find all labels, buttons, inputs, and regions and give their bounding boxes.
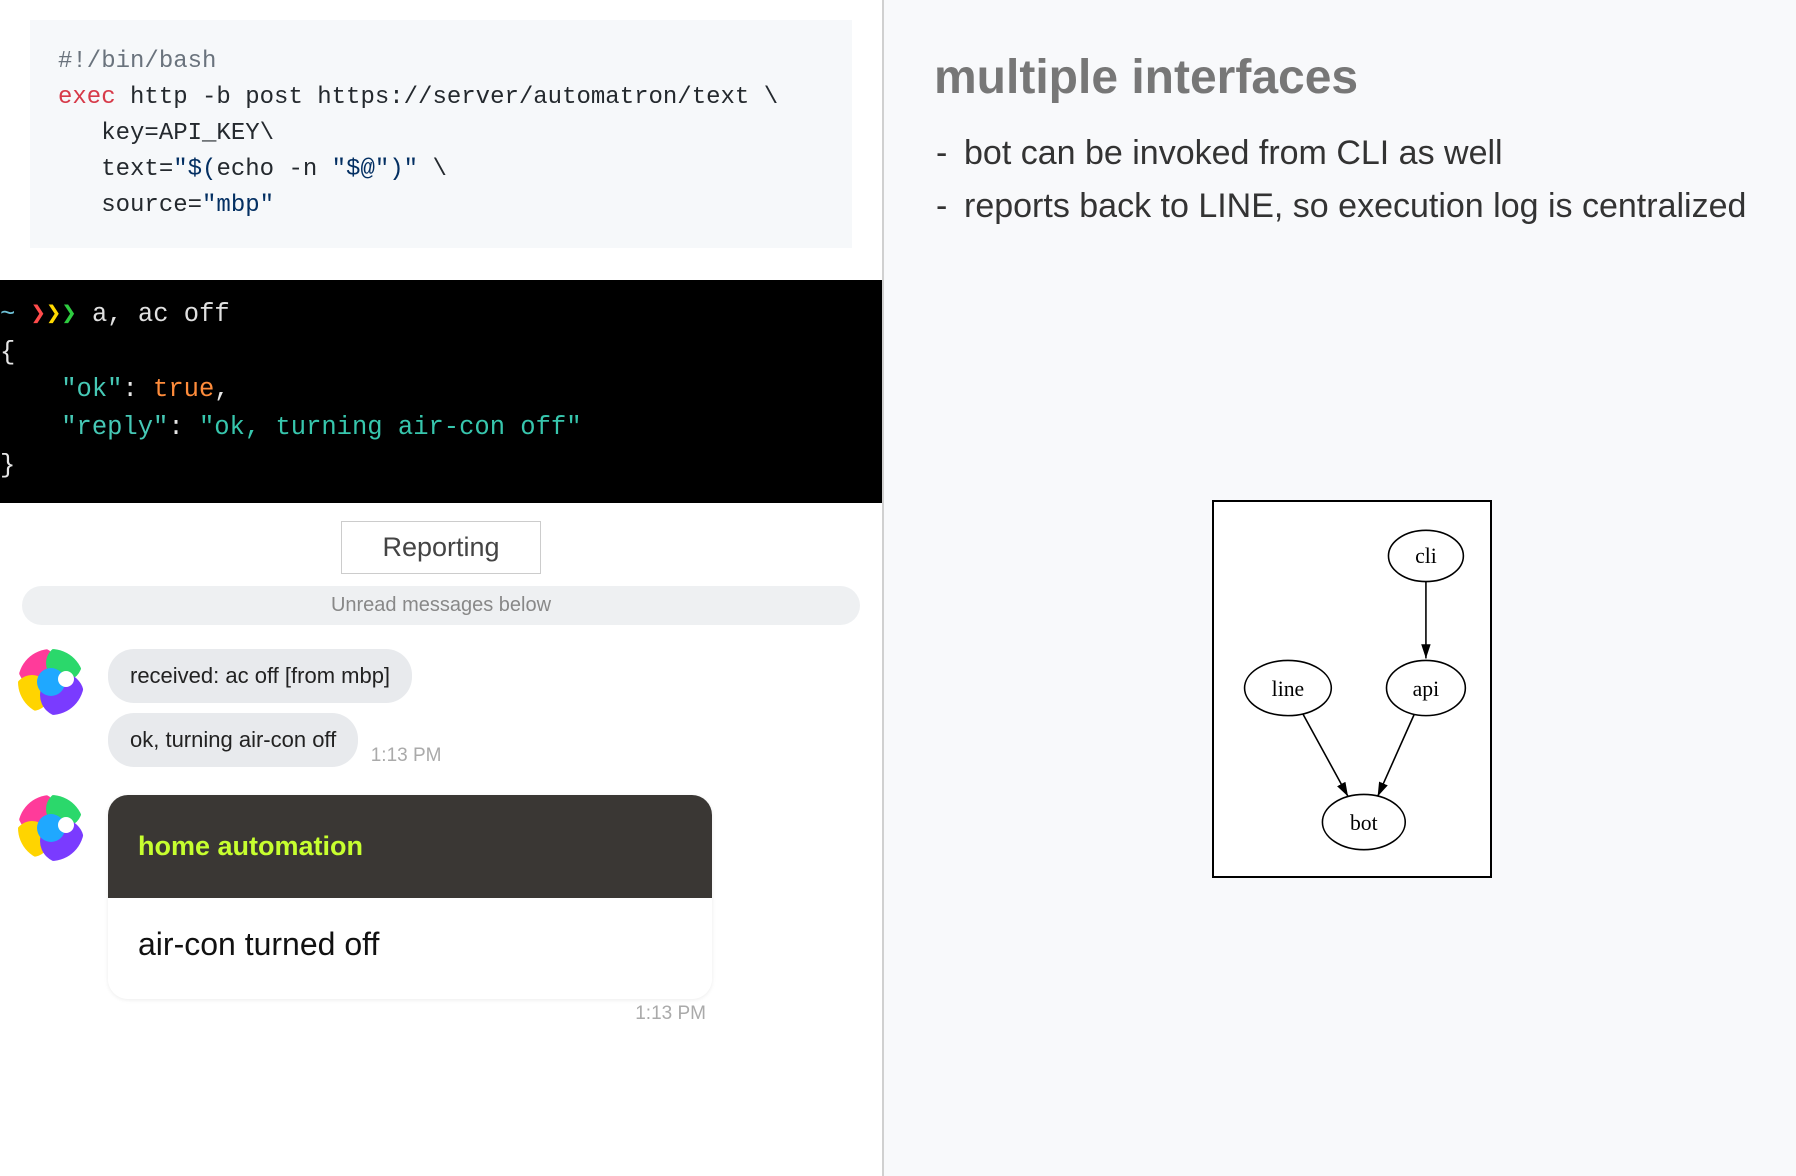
card-body: air-con turned off [108, 898, 712, 999]
slide-heading: multiple interfaces [934, 50, 1756, 105]
bullet-text: reports back to LINE, so execution log i… [964, 180, 1756, 233]
term-command: a, ac off [77, 300, 230, 329]
bullet-item: -bot can be invoked from CLI as well [936, 127, 1756, 180]
term-colon2: : [168, 413, 199, 442]
chat-bubble-2: ok, turning air-con off [108, 713, 358, 767]
term-true: true [153, 375, 214, 404]
diagram-node-cli: cli [1415, 544, 1437, 568]
unread-bar: Unread messages below [22, 586, 860, 625]
bullet-text: bot can be invoked from CLI as well [964, 127, 1756, 180]
section-label-reporting: Reporting [341, 521, 541, 574]
term-brace-close: } [0, 451, 15, 480]
diagram-node-api: api [1413, 677, 1439, 701]
left-column: #!/bin/bash exec http -b post https://se… [0, 0, 882, 1176]
chat-row-2: home automation air-con turned off 1:13 … [0, 795, 882, 1025]
msg-column-2: home automation air-con turned off 1:13 … [108, 795, 860, 1025]
code-line2: http -b post https://server/automatron/t… [116, 84, 779, 111]
notification-card: home automation air-con turned off [108, 795, 712, 999]
code-line3: key=API_KEY\ [58, 120, 274, 147]
avatar-icon [18, 649, 84, 715]
term-arrow1: ❯ [31, 300, 46, 329]
code-exec-keyword: exec [58, 84, 116, 111]
term-tilde: ~ [0, 300, 31, 329]
bullet-item: -reports back to LINE, so execution log … [936, 180, 1756, 233]
term-arrow3: ❯ [61, 300, 76, 329]
diagram-node-bot: bot [1350, 811, 1378, 835]
term-colon1: : [122, 375, 153, 404]
chat-row-1: received: ac off [from mbp] ok, turning … [0, 649, 882, 777]
term-reply-val: "ok, turning air-con off" [199, 413, 582, 442]
code-shebang: #!/bin/bash [58, 48, 216, 75]
term-arrow2: ❯ [46, 300, 61, 329]
code-line4e: "$@" [332, 156, 390, 183]
code-line4d: -n [274, 156, 332, 183]
code-line4g: \ [418, 156, 447, 183]
chat-bubble-1: received: ac off [from mbp] [108, 649, 412, 703]
code-line4a: text= [58, 156, 173, 183]
diagram-node-line: line [1272, 677, 1305, 701]
code-line4f: )" [389, 156, 418, 183]
chat-time-2: 1:13 PM [108, 1003, 712, 1025]
code-line5a: source= [58, 192, 202, 219]
term-prop-reply: "reply" [61, 413, 168, 442]
terminal-output: ~ ❯❯❯ a, ac off { "ok": true, "reply": "… [0, 280, 882, 503]
term-prop-ok: "ok" [61, 375, 122, 404]
code-line4b: "$( [173, 156, 216, 183]
avatar-icon [18, 795, 84, 861]
chat-time-1: 1:13 PM [371, 745, 442, 767]
code-line4c: echo [216, 156, 274, 183]
avatar [18, 795, 84, 861]
bash-code-block: #!/bin/bash exec http -b post https://se… [30, 20, 852, 248]
avatar [18, 649, 84, 715]
term-comma: , [214, 375, 229, 404]
bullet-list: -bot can be invoked from CLI as well -re… [936, 127, 1756, 232]
code-line5b: "mbp" [202, 192, 274, 219]
msg-column-1: received: ac off [from mbp] ok, turning … [108, 649, 860, 777]
term-brace-open: { [0, 338, 15, 367]
card-header: home automation [108, 795, 712, 898]
architecture-diagram: cli line api bot [1212, 500, 1492, 878]
